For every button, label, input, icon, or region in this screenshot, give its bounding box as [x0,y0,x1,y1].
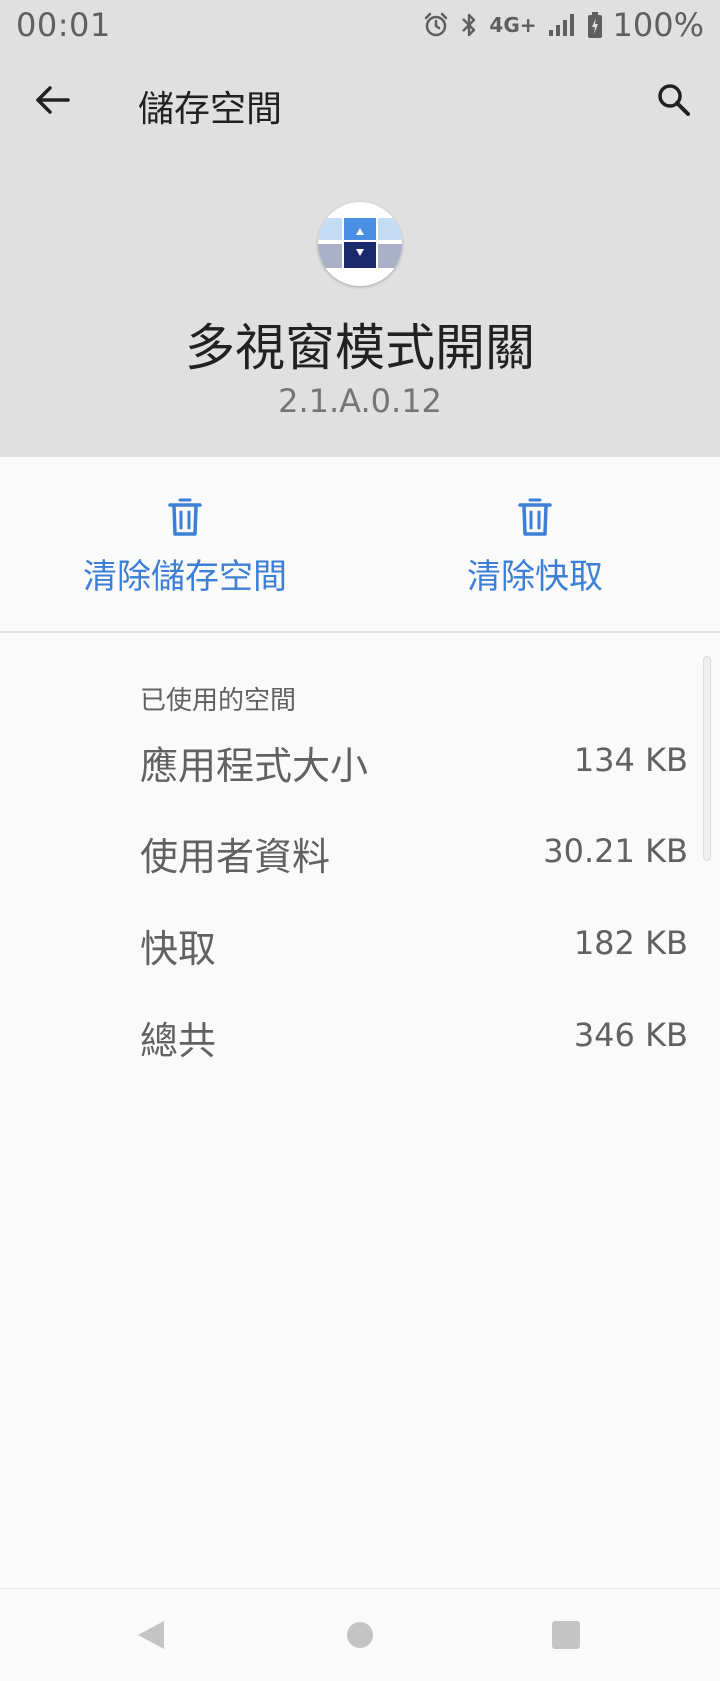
home-circle-icon [334,1622,386,1665]
row-value: 182 KB [573,924,688,962]
recents-square-icon [540,1621,592,1665]
back-button[interactable] [24,76,80,124]
app-version: 2.1.A.0.12 [278,382,442,420]
battery-icon [587,11,603,39]
action-bar: 清除儲存空間 清除快取 [0,457,720,633]
row-label: 快取 [140,927,217,971]
alarm-icon [423,12,449,38]
status-icons: 4G+ 100% [423,6,704,44]
storage-row-user-data: 使用者資料 30.21 KB [140,826,688,886]
clear-cache-button[interactable]: 清除快取 [400,457,670,631]
clear-storage-label: 清除儲存空間 [83,557,287,597]
status-time: 00:01 [16,6,111,44]
storage-row-app-size: 應用程式大小 134 KB [140,735,688,795]
status-bar: 00:01 4G+ 100% [0,0,720,50]
search-icon [648,84,700,130]
storage-row-cache: 快取 182 KB [140,918,688,978]
clear-cache-label: 清除快取 [467,557,603,597]
section-title: 已使用的空間 [140,686,297,716]
row-label: 使用者資料 [140,835,331,879]
trash-icon [517,497,553,541]
row-value: 134 KB [573,741,688,779]
multi-window-switch-icon [318,202,402,286]
app-header: 00:01 4G+ 100% 儲存空間 多視窗模式開關 2.1.A.0.12 [0,0,720,457]
row-value: 346 KB [573,1016,688,1054]
storage-row-total: 總共 346 KB [140,1010,688,1070]
nav-home-button[interactable] [334,1609,386,1661]
search-button[interactable] [648,74,700,126]
network-type: 4G+ [489,13,537,37]
trash-icon [167,497,203,541]
nav-recents-button[interactable] [540,1609,592,1661]
nav-back-button[interactable] [124,1609,176,1661]
signal-icon [547,12,577,38]
row-value: 30.21 KB [543,832,688,870]
scrollbar[interactable] [703,656,711,861]
row-label: 總共 [140,1019,217,1063]
row-label: 應用程式大小 [140,744,369,788]
toolbar: 儲存空間 [0,50,720,150]
navigation-bar [0,1588,720,1681]
arrow-back-icon [24,86,80,128]
bluetooth-icon [459,11,479,39]
battery-level: 100% [612,6,704,44]
clear-storage-button[interactable]: 清除儲存空間 [40,457,330,631]
back-triangle-icon [124,1621,176,1665]
app-name: 多視窗模式開關 [185,319,535,377]
page-title: 儲存空間 [138,89,283,130]
